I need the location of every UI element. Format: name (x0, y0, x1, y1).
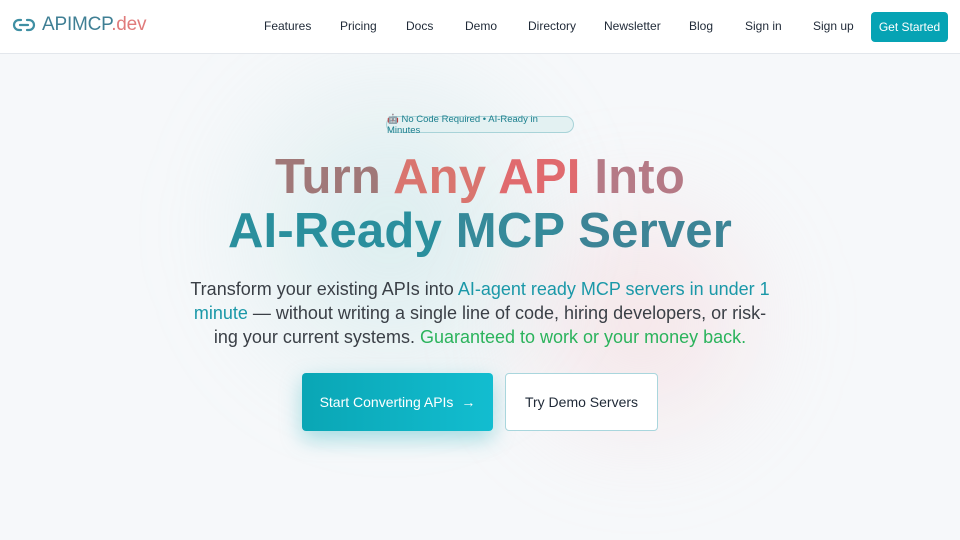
site-header: APIMCP.dev Features Pricing Docs Demo Di… (0, 0, 960, 54)
try-demo-servers-button[interactable]: Try Demo Servers (505, 373, 658, 431)
title-word-turn: Turn (275, 150, 382, 204)
nav-blog[interactable]: Blog (689, 19, 713, 33)
hero-subtitle-line-3: ing your current systems. Guaranteed to … (0, 325, 960, 349)
start-converting-label: Start Converting APIs (319, 394, 454, 410)
title-word-any: Any (393, 150, 487, 204)
nav-demo[interactable]: Demo (465, 19, 497, 33)
hero-title-line-1: Turn Any API Into (0, 150, 960, 204)
title-word-mcp: MCP (455, 204, 565, 258)
title-word-into: Into (594, 150, 685, 204)
hero-subtitle-line-2: minute — without writing a single line o… (0, 301, 960, 325)
subtitle-highlight: AI-agent ready MCP servers in under 1 (457, 279, 770, 299)
nav-newsletter[interactable]: Newsletter (604, 19, 661, 33)
nav-features[interactable]: Features (264, 19, 311, 33)
money-back-guarantee: Guaranteed to work or your money back. (419, 327, 747, 347)
subtitle-highlight-end: minute (193, 303, 248, 323)
subtitle-text: — without writing a single line of code,… (247, 303, 767, 323)
title-word-server: Server (578, 204, 733, 258)
nav-directory[interactable]: Directory (528, 19, 576, 33)
subtitle-text: ing your current systems. (213, 327, 420, 347)
hero-subtitle-line-1: Transform your existing APIs into AI-age… (0, 277, 960, 301)
hero-badge: 🤖 No Code Required • AI-Ready in Minutes (386, 114, 574, 136)
nav-docs[interactable]: Docs (406, 19, 433, 33)
landing-page: APIMCP.dev Features Pricing Docs Demo Di… (0, 0, 960, 540)
nav-sign-in[interactable]: Sign in (745, 19, 782, 33)
hero-title-line-2: AI-Ready MCP Server (0, 204, 960, 258)
nav-pricing[interactable]: Pricing (340, 19, 377, 33)
nav-sign-up[interactable]: Sign up (813, 19, 854, 33)
main-nav: Features Pricing Docs Demo Directory New… (0, 0, 960, 54)
subtitle-text: Transform your existing APIs into (190, 279, 458, 299)
start-converting-button[interactable]: Start Converting APIs → (302, 373, 493, 431)
arrow-right-icon: → (461, 394, 476, 410)
title-word-api: API (498, 150, 581, 204)
get-started-button[interactable]: Get Started (871, 12, 948, 42)
title-word-ai-ready: AI-Ready (227, 204, 442, 258)
